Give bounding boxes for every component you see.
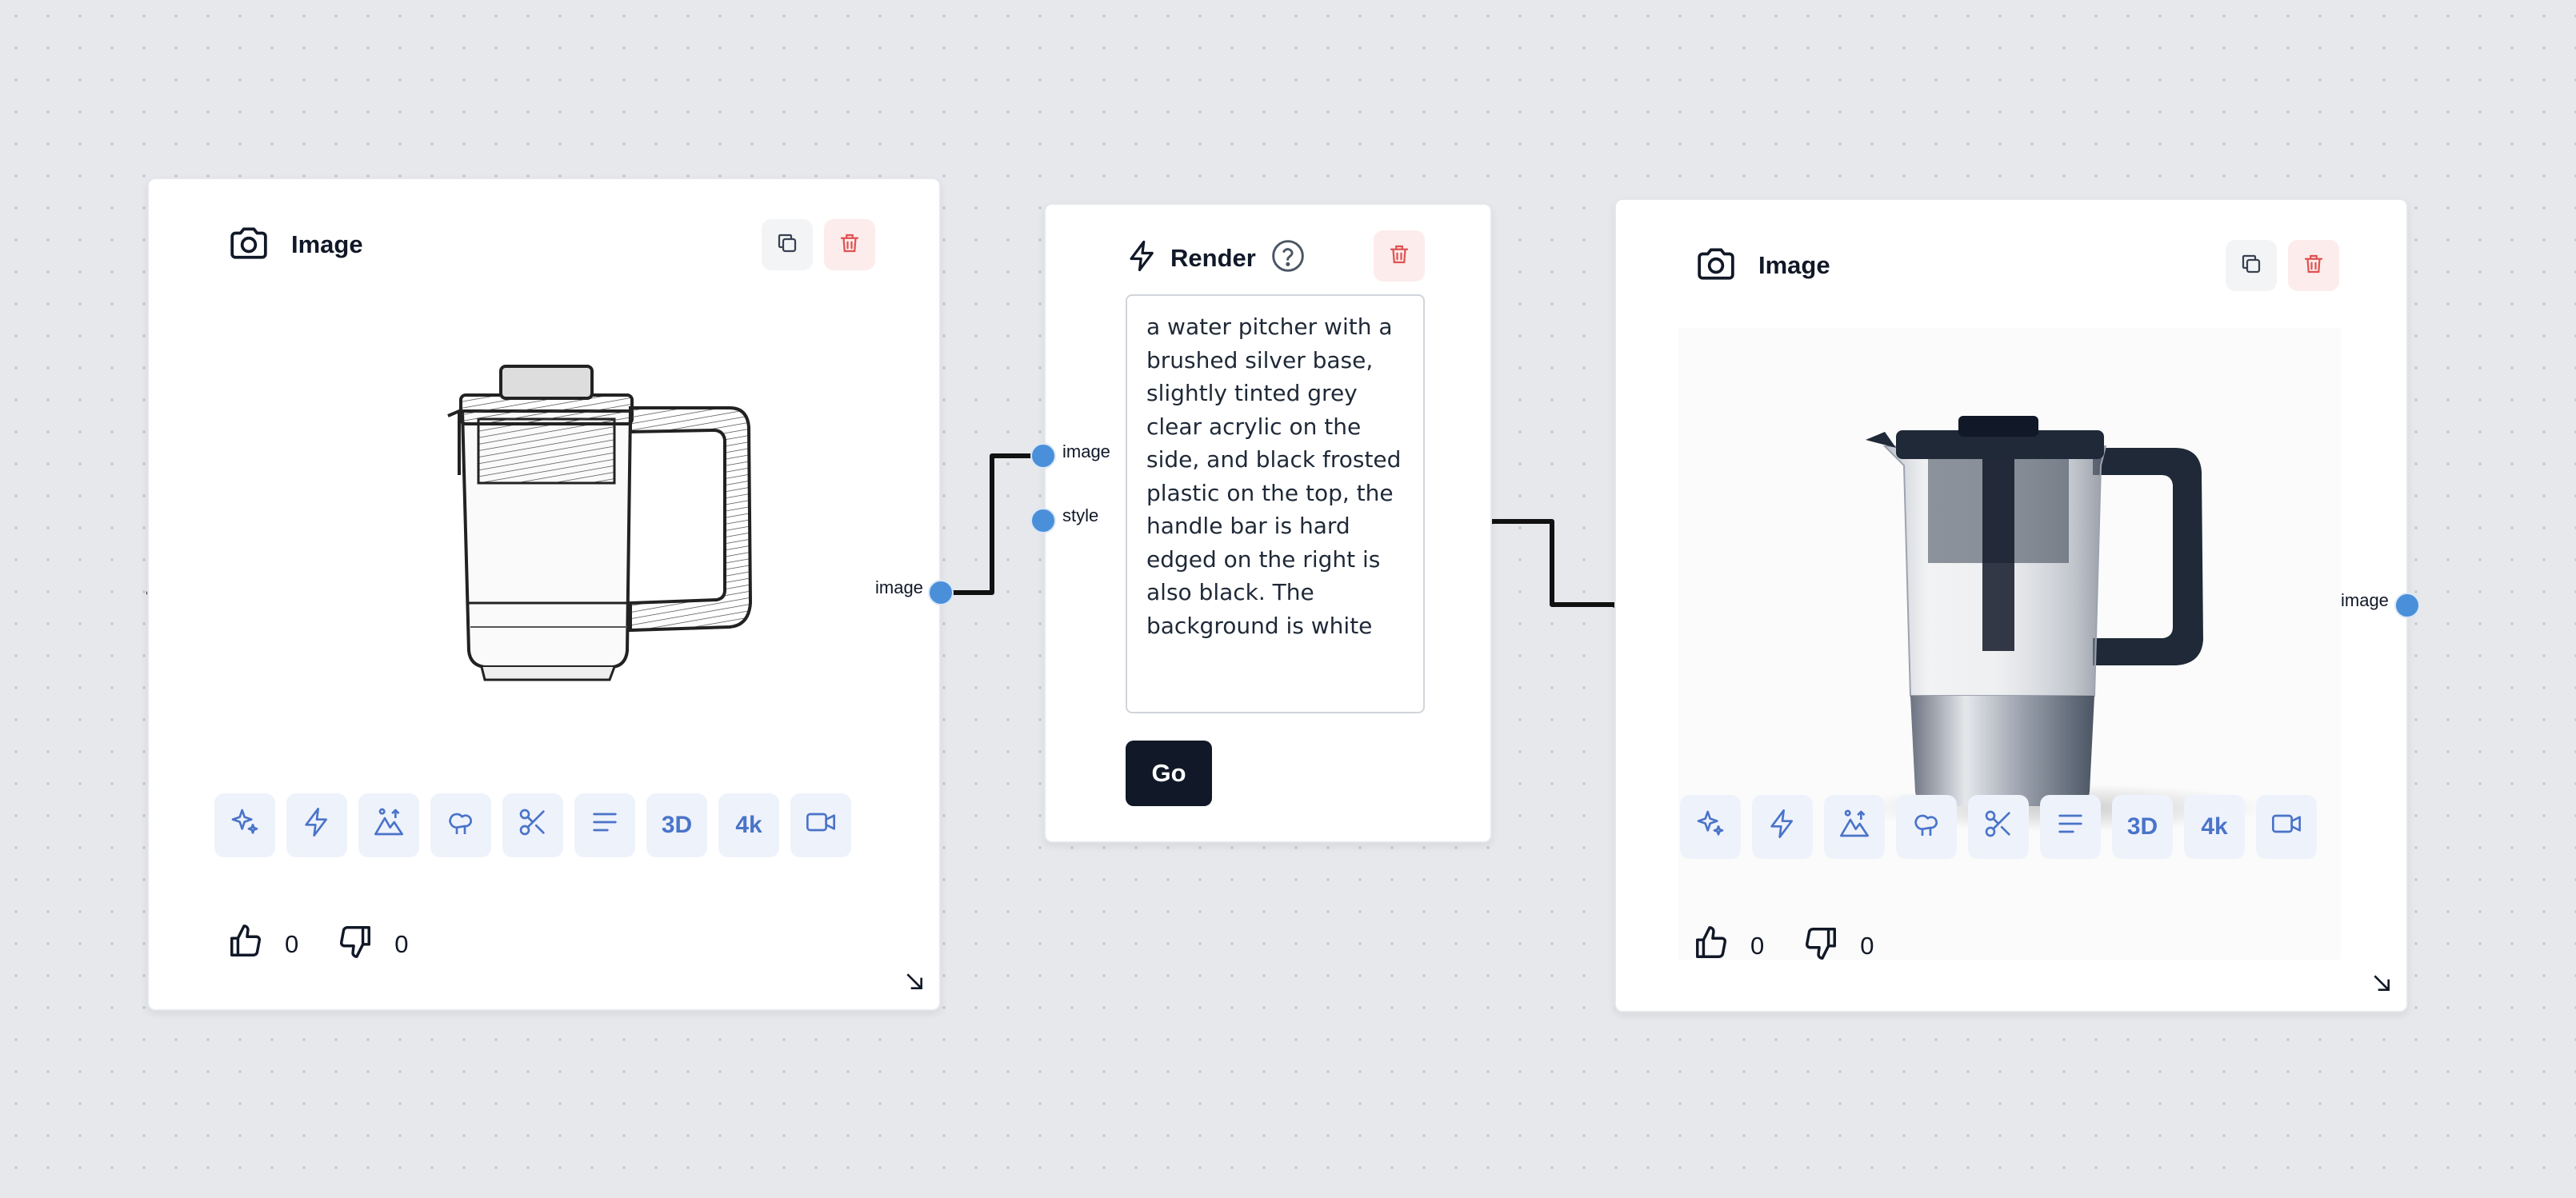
scissors-icon	[517, 806, 549, 845]
sketch-image	[421, 363, 773, 699]
upscale-4k-button[interactable]: 4k	[2184, 795, 2245, 859]
text-button[interactable]	[574, 793, 635, 857]
output-port-image[interactable]	[2394, 593, 2420, 618]
delete-node-button[interactable]	[2288, 240, 2339, 291]
rating-row: 0 0	[1693, 924, 1913, 968]
render-button[interactable]	[1752, 795, 1813, 859]
cut-button[interactable]	[1968, 795, 2029, 859]
input-port-label-image: image	[1062, 441, 1110, 461]
input-port-style[interactable]	[1030, 508, 1056, 533]
lightning-icon	[1126, 239, 1159, 277]
help-icon[interactable]	[1270, 238, 1306, 278]
resize-handle[interactable]	[904, 971, 925, 996]
node-toolbar: 3D 4k	[214, 793, 851, 857]
video-button[interactable]	[2256, 795, 2317, 859]
3d-button[interactable]: 3D	[646, 793, 707, 857]
sparkles-icon	[1694, 808, 1726, 846]
render-button[interactable]	[286, 793, 347, 857]
arrow-down-right-icon	[2371, 975, 2392, 996]
camera-icon	[229, 224, 269, 265]
input-port-image[interactable]	[1030, 443, 1056, 469]
prompt-textarea[interactable]: a water pitcher with a brushed silver ba…	[1126, 294, 1425, 713]
enhance-button[interactable]	[214, 793, 275, 857]
trash-icon	[1387, 242, 1411, 270]
video-icon	[805, 806, 837, 845]
trees-button[interactable]	[430, 793, 491, 857]
video-button[interactable]	[790, 793, 851, 857]
node-title: Render	[1170, 243, 1256, 272]
landscape-icon	[1838, 808, 1870, 846]
output-port-image[interactable]	[928, 580, 954, 605]
landscape-button[interactable]	[358, 793, 419, 857]
node-header: Render	[1126, 238, 1306, 278]
trees-icon	[1910, 808, 1942, 846]
copy-icon	[775, 231, 799, 259]
render-node[interactable]: Render a water pitcher with a brushed si…	[1044, 203, 1492, 843]
node-toolbar: 3D 4k	[1680, 795, 2317, 859]
camera-icon	[1696, 245, 1736, 286]
thumbs-up-icon[interactable]	[227, 923, 264, 966]
delete-node-button[interactable]	[1374, 230, 1425, 282]
landscape-icon	[373, 806, 405, 845]
align-left-icon	[589, 806, 621, 845]
upscale-4k-button[interactable]: 4k	[718, 793, 779, 857]
scissors-icon	[1982, 808, 2014, 846]
image-node-render-result[interactable]: Image 3D 4k 0 0	[1614, 198, 2408, 1012]
cut-button[interactable]	[502, 793, 563, 857]
duplicate-node-button[interactable]	[2226, 240, 2277, 291]
sparkles-icon	[229, 806, 261, 845]
connection-image-to-render	[941, 453, 1044, 595]
duplicate-node-button[interactable]	[762, 219, 813, 270]
3d-button[interactable]: 3D	[2112, 795, 2173, 859]
image-node-sketch[interactable]: Image 3D 4k 0 0	[147, 178, 941, 1011]
output-port-label: image	[875, 577, 923, 597]
like-count: 0	[285, 930, 299, 958]
go-button[interactable]: Go	[1126, 741, 1212, 806]
node-title: Image	[291, 230, 363, 258]
thumbs-down-icon[interactable]	[1802, 924, 1839, 968]
video-icon	[2270, 808, 2302, 846]
delete-node-button[interactable]	[824, 219, 875, 270]
trees-icon	[445, 806, 477, 845]
connection-render-to-image	[1490, 519, 1616, 607]
dislike-count: 0	[394, 930, 409, 958]
resize-handle[interactable]	[2371, 972, 2392, 997]
trees-button[interactable]	[1896, 795, 1957, 859]
trash-icon	[838, 231, 862, 259]
output-port-label: image	[2341, 590, 2389, 610]
like-count: 0	[1750, 932, 1765, 960]
rating-row: 0 0	[227, 923, 447, 966]
arrow-down-right-icon	[904, 973, 925, 995]
dislike-count: 0	[1860, 932, 1874, 960]
text-button[interactable]	[2040, 795, 2101, 859]
trash-icon	[2302, 252, 2326, 280]
thumbs-down-icon[interactable]	[337, 923, 374, 966]
thumbs-up-icon[interactable]	[1693, 924, 1730, 968]
copy-icon	[2239, 252, 2263, 280]
landscape-button[interactable]	[1824, 795, 1885, 859]
lightning-icon	[301, 806, 333, 845]
align-left-icon	[2054, 808, 2086, 846]
node-header: Image	[229, 224, 363, 265]
node-header: Image	[1696, 245, 1830, 286]
node-title: Image	[1758, 250, 1830, 279]
lightning-icon	[1766, 808, 1798, 846]
enhance-button[interactable]	[1680, 795, 1741, 859]
rendered-image	[1678, 328, 2341, 960]
input-port-label-style: style	[1062, 505, 1099, 525]
